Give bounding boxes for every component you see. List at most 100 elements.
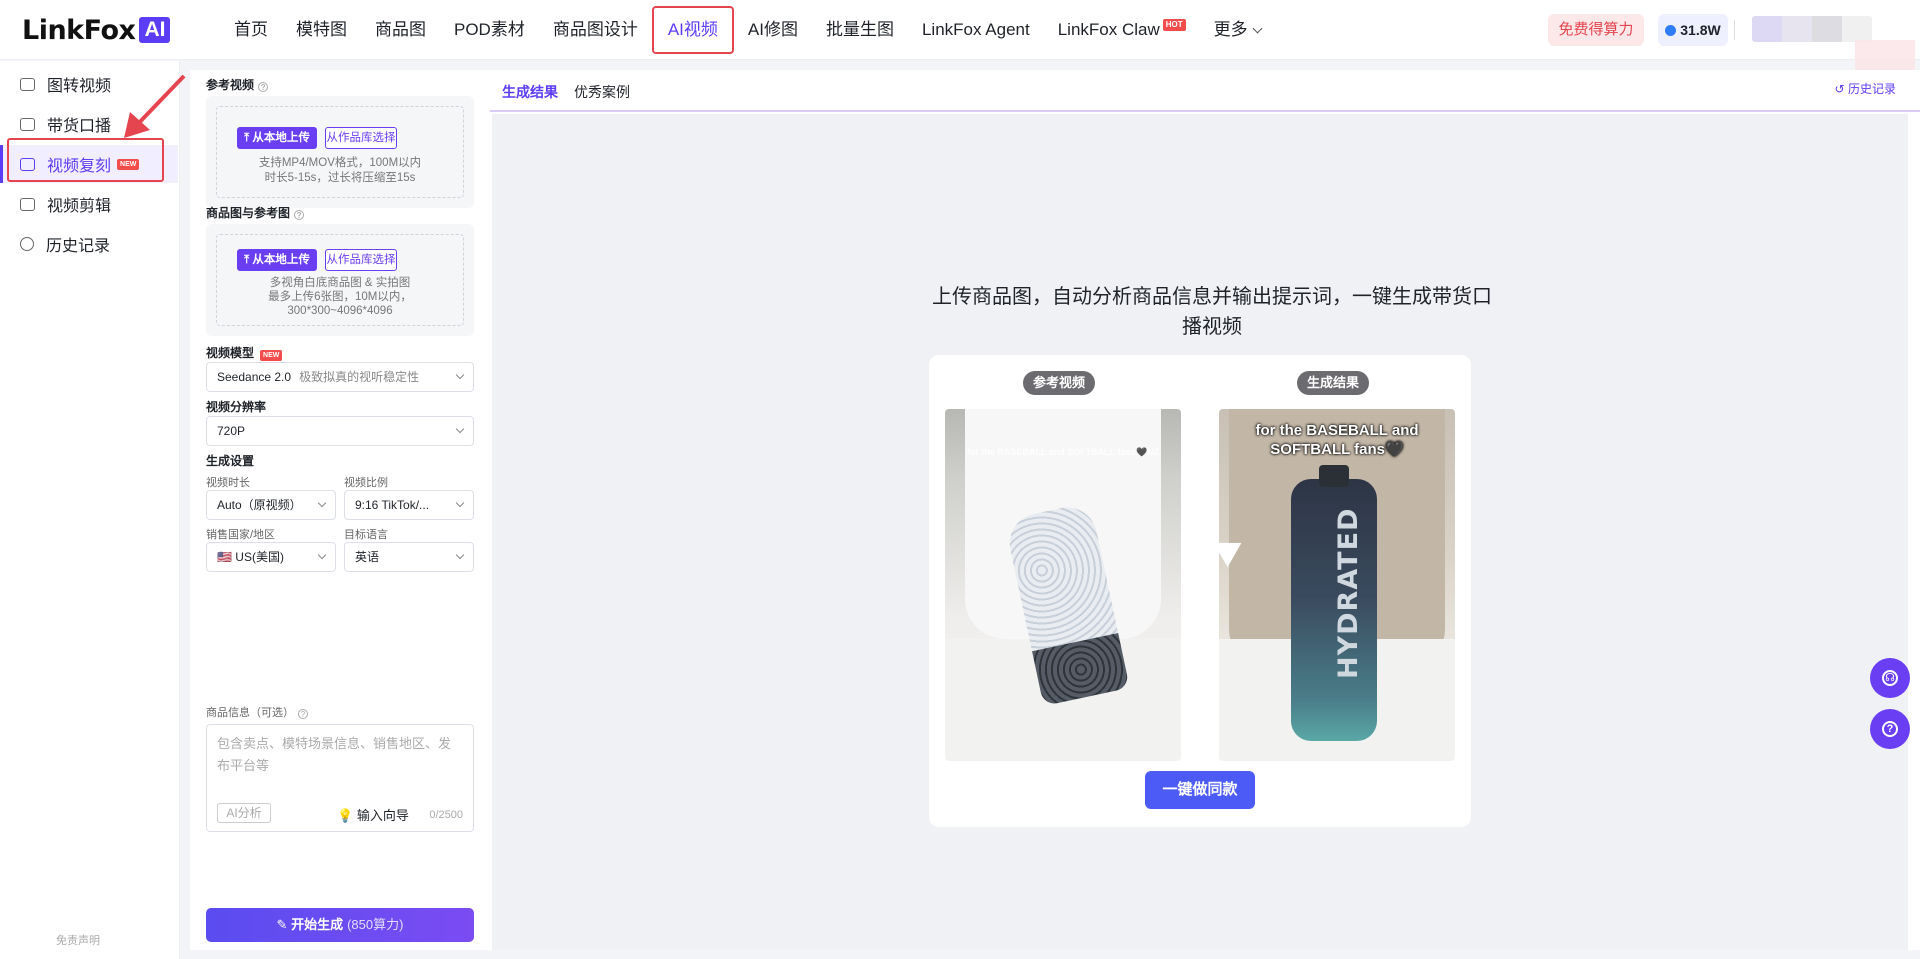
highlight-box — [7, 138, 164, 182]
nav-home[interactable]: 首页 — [220, 8, 282, 52]
logo-word: LinkFox — [22, 14, 136, 46]
upload-hint: 时长5-15s，过长将压缩至15s — [264, 172, 416, 184]
main-nav: 首页 模特图 商品图 POD素材 商品图设计 AI视频 AI修图 批量生图 Li… — [220, 0, 1275, 60]
annotation-arrow-icon — [124, 74, 186, 138]
sidebar-item-label: 视频剪辑 — [47, 198, 112, 215]
water-bottle: HYDRATED — [1291, 465, 1377, 741]
resolution-select[interactable]: 720P — [206, 416, 474, 446]
help-icon[interactable]: ? — [258, 82, 269, 92]
result-pill: 生成结果 — [1297, 371, 1370, 395]
video-caption: for the BASEBALL and SOFTBALL fans🖤NZ — [966, 447, 1160, 457]
product-images-upload-area[interactable]: ⤒ 从本地上传 从作品库选择 多视角白底商品图 & 实拍图 最多上传6张图，10… — [206, 224, 474, 336]
product-info-label-text: 商品信息（可选） — [206, 707, 294, 719]
help-icon[interactable]: ? — [1870, 709, 1910, 749]
nav-model-image[interactable]: 模特图 — [282, 8, 361, 52]
video-model-select[interactable]: Seedance 2.0 极致拟真的视听稳定性 — [206, 362, 474, 392]
ref-video-label: 参考视频? — [206, 76, 269, 93]
generate-label: 开始生成 — [291, 917, 344, 932]
nav-linkfox-claw[interactable]: LinkFox Claw HOT — [1044, 8, 1200, 52]
linkfox-logo[interactable]: LinkFox AI — [22, 14, 171, 46]
language-select[interactable]: 英语 — [344, 542, 474, 572]
upload-hint: 300*300~4096*4096 — [287, 305, 393, 317]
chevron-down-icon — [455, 424, 465, 434]
sidebar-item-label: 历史记录 — [46, 238, 111, 255]
upload-dropzone[interactable]: ⤒ 从本地上传 从作品库选择 支持MP4/MOV格式，100M以内 时长5-15… — [216, 106, 464, 198]
main-content: 生成结果 优秀案例 ↺ 历史记录 上传商品图，自动分析商品信息并输出提示词，一键… — [490, 70, 1920, 950]
history-link[interactable]: ↺ 历史记录 — [1835, 80, 1896, 97]
help-icon[interactable]: ? — [294, 210, 305, 220]
nav-more-label: 更多 — [1213, 20, 1248, 39]
nav-linkfox-agent[interactable]: LinkFox Agent — [908, 8, 1044, 52]
product-info-textarea[interactable]: 包含卖点、模特场景信息、销售地区、发布平台等 AI分析 💡 输入向导 0/250… — [206, 724, 474, 832]
ratio-label: 视频比例 — [344, 477, 388, 489]
start-generate-button[interactable]: ✎ 开始生成 (850算力) — [206, 908, 474, 942]
upload-local-label: 从本地上传 — [252, 132, 310, 144]
help-icon[interactable]: ? — [298, 709, 308, 719]
tab-showcase[interactable]: 优秀案例 — [574, 82, 630, 102]
language-value: 英语 — [355, 550, 380, 564]
upload-local-button[interactable]: ⤒ 从本地上传 — [237, 127, 317, 149]
upload-local-label: 从本地上传 — [252, 254, 310, 266]
product-info-placeholder: 包含卖点、模特场景信息、销售地区、发布平台等 — [217, 736, 452, 773]
input-guide-button[interactable]: 💡 输入向导 — [337, 805, 409, 824]
ratio-value: 9:16 TikTok/... — [355, 498, 430, 512]
upload-dropzone[interactable]: ⤒ 从本地上传 从作品库选择 多视角白底商品图 & 实拍图 最多上传6张图，10… — [216, 234, 464, 326]
customer-service-icon[interactable]: ☊ — [1870, 658, 1910, 698]
disclaimer-link[interactable]: 免责声明 — [56, 932, 100, 948]
bottle-cap — [1319, 465, 1349, 487]
free-compute-button[interactable]: 免费得算力 — [1548, 14, 1644, 46]
ref-video-upload-area[interactable]: ⤒ 从本地上传 从作品库选择 支持MP4/MOV格式，100M以内 时长5-15… — [206, 96, 474, 208]
hot-badge: HOT — [1162, 19, 1186, 31]
top-nav-bar: LinkFox AI 首页 模特图 商品图 POD素材 商品图设计 AI视频 A… — [0, 0, 1920, 78]
product-info-label: 商品信息（可选）? — [206, 704, 308, 720]
example-card: 参考视频 生成结果 for the BASEBALL and SOFTBALL … — [929, 355, 1471, 827]
bottle-text: HYDRATED — [1333, 507, 1364, 679]
nav-ai-retouch[interactable]: AI修图 — [734, 8, 812, 52]
region-value: 🇺🇸 US(美国) — [217, 550, 284, 564]
reference-video-thumbnail[interactable]: for the BASEBALL and SOFTBALL fans🖤NZ — [945, 409, 1181, 761]
credit-balance[interactable]: 31.8W — [1658, 14, 1728, 46]
sidebar-item-label: 带货口播 — [47, 118, 112, 135]
resolution-label: 视频分辨率 — [206, 400, 267, 414]
make-same-button[interactable]: 一键做同款 — [1145, 771, 1255, 809]
choose-library-button[interactable]: 从作品库选择 — [325, 127, 397, 149]
nav-claw-label: LinkFox Claw — [1057, 20, 1160, 39]
region-label: 销售国家/地区 — [206, 529, 276, 541]
char-count: 0/2500 — [429, 809, 463, 821]
chevron-down-icon — [1252, 23, 1263, 34]
ratio-select[interactable]: 9:16 TikTok/... — [344, 490, 474, 520]
tab-results[interactable]: 生成结果 — [502, 82, 558, 102]
resolution-value: 720P — [217, 424, 246, 438]
video-model-value: Seedance 2.0 — [217, 370, 292, 384]
duration-select[interactable]: Auto（原视频） — [206, 490, 336, 520]
nav-pod-material[interactable]: POD素材 — [440, 8, 539, 52]
user-account-blurred[interactable] — [1752, 16, 1872, 42]
upload-local-button[interactable]: ⤒ 从本地上传 — [237, 249, 317, 271]
nav-product-design[interactable]: 商品图设计 — [539, 8, 652, 52]
divider — [1734, 20, 1735, 40]
nav-more[interactable]: 更多 — [1200, 8, 1275, 52]
chevron-down-icon — [317, 498, 327, 508]
sidebar-item-history[interactable]: 历史记录 — [0, 225, 178, 263]
left-sidebar: 图转视频 带货口播 视频复刻 NEW 视频剪辑 历史记录 免责声明 — [0, 61, 180, 959]
nav-batch-generate[interactable]: 批量生图 — [812, 8, 908, 52]
coin-icon — [1665, 24, 1677, 36]
clock-icon — [20, 237, 34, 251]
nav-ai-video[interactable]: AI视频 — [651, 6, 734, 54]
sidebar-item-video-edit[interactable]: 视频剪辑 — [0, 185, 178, 223]
nav-product-image[interactable]: 商品图 — [361, 8, 440, 52]
ai-analyze-button[interactable]: AI分析 — [217, 803, 271, 823]
chevron-down-icon — [317, 550, 327, 560]
product-images-label-text: 商品图与参考图 — [206, 206, 291, 220]
video-model-label: 视频模型 NEW — [206, 344, 283, 361]
credit-value: 31.8W — [1680, 22, 1721, 38]
monitor-icon — [20, 117, 35, 131]
video-model-label-text: 视频模型 — [206, 346, 255, 360]
choose-library-button[interactable]: 从作品库选择 — [325, 249, 397, 271]
result-video-thumbnail[interactable]: HYDRATED for the BASEBALL and SOFTBALL f… — [1219, 409, 1455, 761]
video-model-desc: 极致拟真的视听稳定性 — [299, 370, 420, 384]
chevron-down-icon — [455, 550, 465, 560]
logo-ai-badge: AI — [139, 17, 171, 43]
region-select[interactable]: 🇺🇸 US(美国) — [206, 542, 336, 572]
briefcase-icon — [20, 197, 35, 211]
